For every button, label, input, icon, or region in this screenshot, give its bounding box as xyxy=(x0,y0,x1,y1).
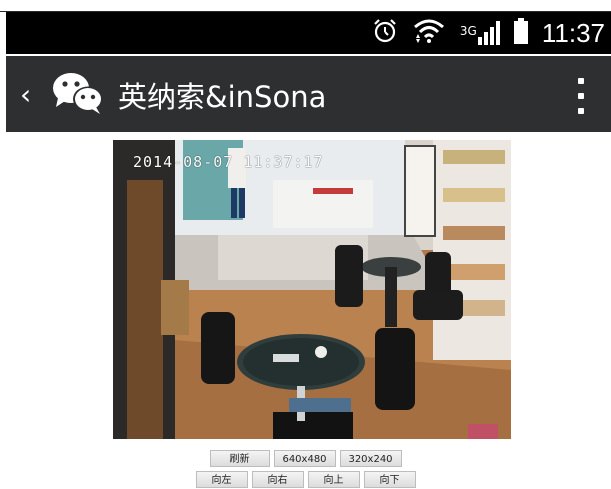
status-time: 11:37 xyxy=(541,17,605,48)
controls-row-1: 刷新 640x480 320x240 xyxy=(0,450,611,467)
app-bar: ‹ 英纳索&inSona xyxy=(6,56,611,132)
tilt-up-button[interactable]: 向上 xyxy=(307,471,360,488)
resolution-640x480-button[interactable]: 640x480 xyxy=(273,450,336,467)
pan-right-button[interactable]: 向右 xyxy=(251,471,304,488)
signal-icon: 3G xyxy=(460,21,500,45)
battery-icon xyxy=(513,18,528,48)
tilt-down-button[interactable]: 向下 xyxy=(363,471,416,488)
resolution-320x240-button[interactable]: 320x240 xyxy=(339,450,402,467)
alarm-icon xyxy=(372,18,398,48)
network-type-label: 3G xyxy=(459,24,477,38)
top-edge xyxy=(0,0,611,12)
status-bar: 3G 11:37 xyxy=(6,12,611,54)
camera-timestamp: 2014-08-07 11:37:17 xyxy=(133,153,324,171)
overflow-menu-icon[interactable] xyxy=(571,76,591,116)
back-chevron-icon[interactable]: ‹ xyxy=(20,78,31,111)
camera-feed-image: 2014-08-07 11:37:17 xyxy=(113,140,511,439)
refresh-button[interactable]: 刷新 xyxy=(209,450,270,467)
chat-title: 英纳索&inSona xyxy=(118,80,327,114)
wifi-icon xyxy=(412,18,446,48)
controls-row-2: 向左 向右 向上 向下 xyxy=(0,471,611,488)
pan-left-button[interactable]: 向左 xyxy=(195,471,248,488)
wechat-logo-icon[interactable] xyxy=(50,70,106,120)
